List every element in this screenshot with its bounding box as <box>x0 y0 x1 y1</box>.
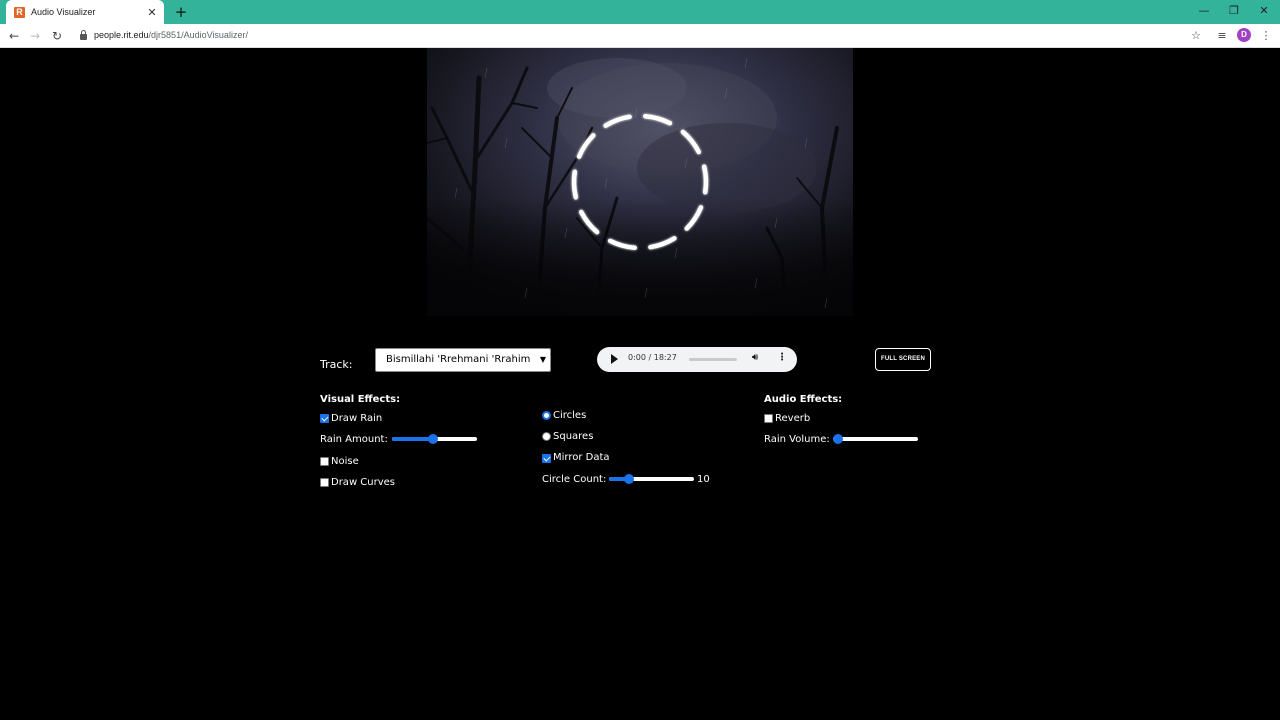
ring-segment <box>701 164 709 195</box>
visualizer-canvas <box>427 48 853 316</box>
media-control-icon[interactable]: ≡ <box>1212 26 1232 46</box>
audio-time: 0:00 / 18:27 <box>628 353 677 362</box>
reload-icon[interactable]: ↻ <box>47 26 67 46</box>
back-arrow-icon[interactable]: ← <box>4 26 24 46</box>
visualizer-scene <box>427 48 853 316</box>
mirror-data-checkbox[interactable] <box>542 454 551 463</box>
play-icon[interactable] <box>611 354 618 364</box>
squares-radio[interactable] <box>542 432 551 441</box>
close-window-button[interactable]: ✕ <box>1249 0 1279 24</box>
circles-label: Circles <box>553 410 587 421</box>
lock-icon[interactable] <box>80 30 87 40</box>
circle-count-label: Circle Count: <box>542 474 607 485</box>
rain-amount-label: Rain Amount: <box>320 434 388 445</box>
rain-amount-slider[interactable] <box>392 433 477 445</box>
favicon-icon: R <box>14 6 25 18</box>
rain-volume-slider[interactable] <box>833 433 918 445</box>
more-options-icon[interactable]: ⋮ <box>777 352 787 363</box>
draw-rain-checkbox[interactable] <box>320 414 329 423</box>
draw-curves-label: Draw Curves <box>331 477 396 488</box>
ring-segment <box>571 169 579 200</box>
mirror-data-label: Mirror Data <box>553 452 610 463</box>
tab-title: Audio Visualizer <box>31 7 96 17</box>
browser-menu-icon[interactable]: ⋮ <box>1256 26 1276 46</box>
circle-count-slider[interactable] <box>609 473 694 485</box>
rain-volume-label: Rain Volume: <box>764 434 830 445</box>
squares-label: Squares <box>553 431 594 442</box>
reverb-checkbox[interactable] <box>764 414 773 423</box>
track-label: Track: <box>320 358 353 371</box>
slider-thumb[interactable] <box>428 434 438 444</box>
draw-curves-checkbox[interactable] <box>320 478 329 487</box>
volume-icon[interactable]: 🔊︎ <box>752 352 758 363</box>
audio-player[interactable]: 0:00 / 18:27 🔊︎ ⋮ <box>597 347 797 372</box>
url-path: /djr5851/AudioVisualizer/ <box>148 30 248 40</box>
slider-fill <box>392 437 433 441</box>
browser-tab-bar: R Audio Visualizer ✕ + — ❐ ✕ <box>0 0 1280 24</box>
reverb-label: Reverb <box>775 413 811 424</box>
audio-effects-heading: Audio Effects: <box>764 394 843 405</box>
restore-button[interactable]: ❐ <box>1219 0 1249 24</box>
track-select[interactable]: Bismillahi 'Rrehmani 'Rrahim ▼ <box>375 348 551 372</box>
chevron-down-icon: ▼ <box>539 355 546 364</box>
noise-checkbox[interactable] <box>320 457 329 466</box>
browser-tab[interactable]: R Audio Visualizer ✕ <box>6 0 164 24</box>
noise-label: Noise <box>331 456 359 467</box>
circles-radio[interactable] <box>542 411 551 420</box>
audio-progress-bar[interactable] <box>689 358 737 361</box>
circle-count-value: 10 <box>697 474 710 485</box>
minimize-button[interactable]: — <box>1189 0 1219 24</box>
fullscreen-button[interactable]: FULL SCREEN <box>875 348 931 371</box>
slider-thumb[interactable] <box>624 474 634 484</box>
address-bar[interactable]: people.rit.edu/djr5851/AudioVisualizer/ <box>94 30 248 40</box>
slider-thumb[interactable] <box>833 434 843 444</box>
forward-arrow-icon[interactable]: → <box>25 26 45 46</box>
profile-avatar[interactable]: D <box>1237 28 1251 42</box>
track-select-value: Bismillahi 'Rrehmani 'Rrahim <box>386 354 531 365</box>
slider-track <box>833 437 918 441</box>
visual-effects-heading: Visual Effects: <box>320 394 401 405</box>
draw-rain-label: Draw Rain <box>331 413 383 424</box>
bookmark-star-icon[interactable]: ☆ <box>1186 26 1206 46</box>
tab-close-icon[interactable]: ✕ <box>146 6 158 19</box>
new-tab-button[interactable]: + <box>172 2 190 22</box>
browser-toolbar: ← → ↻ people.rit.edu/djr5851/AudioVisual… <box>0 24 1280 48</box>
url-host: people.rit.edu <box>94 30 149 40</box>
